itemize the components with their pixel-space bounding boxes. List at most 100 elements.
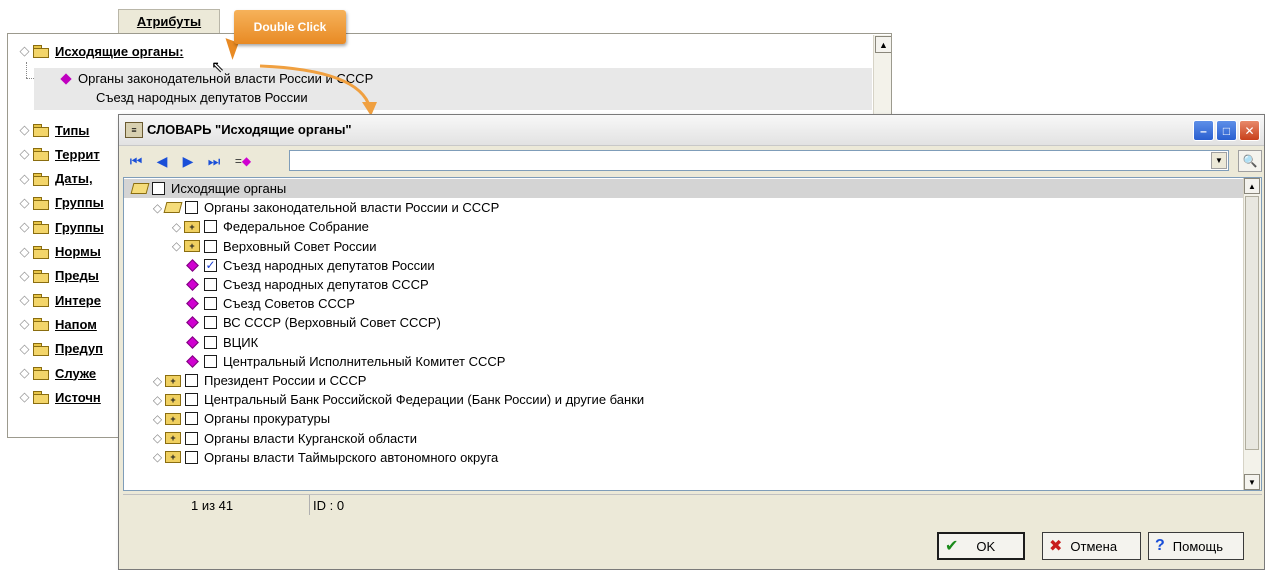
search-combo[interactable]: ▼ <box>289 150 1229 171</box>
tree-item[interactable]: ◇ Преды <box>18 265 99 287</box>
cancel-button[interactable]: ✖ Отмена <box>1042 532 1141 560</box>
row-checkbox[interactable]: ✓ <box>204 258 217 272</box>
expand-diamond-icon[interactable]: ◇ <box>18 341 31 356</box>
row-checkbox[interactable] <box>204 220 217 234</box>
row-checkbox[interactable] <box>185 374 198 387</box>
tab-attributes[interactable]: Атрибуты <box>118 9 220 33</box>
tree-item-label[interactable]: Группы <box>55 220 104 235</box>
first-record-icon[interactable]: ⏮ <box>127 152 145 170</box>
dropdown-arrow-icon[interactable]: ▼ <box>1211 152 1227 169</box>
expand-diamond-icon[interactable]: ◇ <box>151 412 164 426</box>
scroll-down-icon[interactable]: ▼ <box>1244 474 1260 490</box>
tree-item[interactable]: ◇ Террит <box>18 143 100 165</box>
tree-item[interactable]: ◇ Даты, <box>18 168 93 190</box>
expand-diamond-icon[interactable]: ◇ <box>18 268 31 283</box>
row-checkbox[interactable] <box>204 297 217 311</box>
tree-item[interactable]: ◇ Источн <box>18 386 101 408</box>
folder-plus-icon[interactable]: + <box>165 431 181 445</box>
dictionary-row[interactable]: ◇ + Центральный Банк Российской Федерации … <box>124 390 644 409</box>
row-checkbox[interactable] <box>185 412 198 426</box>
dictionary-row[interactable]: Исходящие органы <box>124 179 1243 198</box>
expand-diamond-icon[interactable]: ◇ <box>18 316 31 331</box>
folder-plus-icon[interactable]: + <box>184 220 200 234</box>
tree-item[interactable]: ◇ Группы <box>18 216 104 238</box>
tree-item-label[interactable]: Преды <box>55 268 99 283</box>
title-bar[interactable]: ≡ СЛОВАРЬ "Исходящие органы" – □ ✕ <box>119 115 1264 146</box>
dictionary-row[interactable]: Центральный Исполнительный Комитет СССР <box>124 352 505 371</box>
next-record-icon[interactable]: ▶ <box>179 152 197 170</box>
folder-plus-icon[interactable]: + <box>184 239 200 253</box>
dictionary-row[interactable]: ◇ Органы законодательной власти России и … <box>124 198 499 217</box>
insert-value-icon[interactable]: = ◆ <box>231 152 255 170</box>
dictionary-row[interactable]: ВС СССР (Верховный Совет СССР) <box>124 313 441 332</box>
row-checkbox[interactable] <box>185 393 198 407</box>
scroll-up-icon[interactable]: ▲ <box>875 36 891 53</box>
expand-diamond-icon[interactable]: ◇ <box>151 431 164 445</box>
row-checkbox[interactable] <box>204 354 217 368</box>
dictionary-row[interactable]: Съезд Советов СССР <box>124 294 355 313</box>
expand-diamond-icon[interactable]: ◇ <box>18 122 31 137</box>
find-icon[interactable]: 🔍 <box>1238 150 1262 172</box>
tree-item-label[interactable]: Служе <box>55 366 96 381</box>
expand-diamond-icon[interactable]: ◇ <box>18 146 31 161</box>
tree-item[interactable]: ◇ Группы <box>18 192 104 214</box>
tree-item-label[interactable]: Даты, <box>55 171 93 186</box>
row-checkbox[interactable] <box>204 239 217 253</box>
tree-item[interactable]: ◇ Напом <box>18 313 97 335</box>
tree-item-label[interactable]: Интере <box>55 293 101 308</box>
folder-plus-icon[interactable]: + <box>165 374 181 388</box>
expand-diamond-icon[interactable]: ◇ <box>18 171 31 186</box>
tree-item[interactable]: ◇ Типы <box>18 119 90 141</box>
tree-item-label[interactable]: Исходящие органы: <box>55 44 184 59</box>
folder-plus-icon[interactable]: + <box>165 450 181 464</box>
tree-item-label[interactable]: Предуп <box>55 341 103 356</box>
row-checkbox[interactable] <box>185 431 198 445</box>
scroll-thumb[interactable] <box>1245 196 1259 450</box>
expand-diamond-icon[interactable]: ◇ <box>18 43 31 58</box>
tree-item-label[interactable]: Источн <box>55 390 101 405</box>
dictionary-row[interactable]: Съезд народных депутатов СССР <box>124 275 429 294</box>
row-checkbox[interactable] <box>204 335 217 349</box>
expand-diamond-icon[interactable]: ◇ <box>151 450 164 464</box>
dictionary-row[interactable]: ◇ + Органы власти Курганской области <box>124 429 417 448</box>
tree-item[interactable]: ◇ Интере <box>18 289 101 311</box>
row-checkbox[interactable] <box>185 201 198 215</box>
expand-diamond-icon[interactable]: ◇ <box>151 374 164 388</box>
help-button[interactable]: ? Помощь <box>1148 532 1244 560</box>
expand-diamond-icon[interactable]: ◇ <box>18 292 31 307</box>
folder-open-icon[interactable] <box>130 182 150 196</box>
expand-diamond-icon[interactable]: ◇ <box>18 365 31 380</box>
tree-item-label[interactable]: Группы <box>55 195 104 210</box>
last-record-icon[interactable]: ⏭ <box>205 152 223 170</box>
expand-diamond-icon[interactable]: ◇ <box>18 244 31 259</box>
dictionary-row[interactable]: ◇ + Органы власти Таймырского автономного … <box>124 448 498 467</box>
tree-item-label[interactable]: Напом <box>55 317 97 332</box>
tree-item-outgoing-bodies[interactable]: ◇ Исходящие органы: <box>18 40 184 62</box>
tree-item[interactable]: ◇ Служе <box>18 362 97 384</box>
row-checkbox[interactable] <box>204 278 217 291</box>
row-checkbox[interactable] <box>185 450 198 464</box>
scroll-up-icon[interactable]: ▲ <box>1244 178 1260 194</box>
minimize-button[interactable]: – <box>1193 120 1214 141</box>
collapse-diamond-icon[interactable]: ◇ <box>151 201 164 215</box>
expand-diamond-icon[interactable]: ◇ <box>151 393 164 407</box>
tree-item[interactable]: ◇ Нормы <box>18 241 101 263</box>
ok-button[interactable]: ✔ OK <box>937 532 1025 560</box>
maximize-button[interactable]: □ <box>1216 120 1237 141</box>
tree-item-label[interactable]: Типы <box>55 123 89 138</box>
dictionary-row[interactable]: ◇ + Президент России и СССР <box>124 371 367 390</box>
expand-diamond-icon[interactable]: ◇ <box>170 220 183 234</box>
selected-values-box[interactable]: Органы законодательной власти России и С… <box>34 68 872 110</box>
folder-plus-icon[interactable]: + <box>165 412 181 426</box>
folder-open-icon[interactable] <box>163 201 183 215</box>
tree-item-label[interactable]: Террит <box>55 147 100 162</box>
expand-diamond-icon[interactable]: ◇ <box>18 389 31 404</box>
tree-scrollbar[interactable]: ▲ ▼ <box>1243 178 1261 490</box>
dictionary-row[interactable]: ◇ + Органы прокуратуры <box>124 409 330 428</box>
tree-item[interactable]: ◇ Предуп <box>18 338 104 360</box>
dictionary-row[interactable]: ◇ + Федеральное Собрание <box>124 217 369 236</box>
dictionary-row[interactable]: ВЦИК <box>124 333 258 352</box>
folder-plus-icon[interactable]: + <box>165 393 181 407</box>
tree-item-label[interactable]: Нормы <box>55 244 101 259</box>
expand-diamond-icon[interactable]: ◇ <box>170 239 183 253</box>
